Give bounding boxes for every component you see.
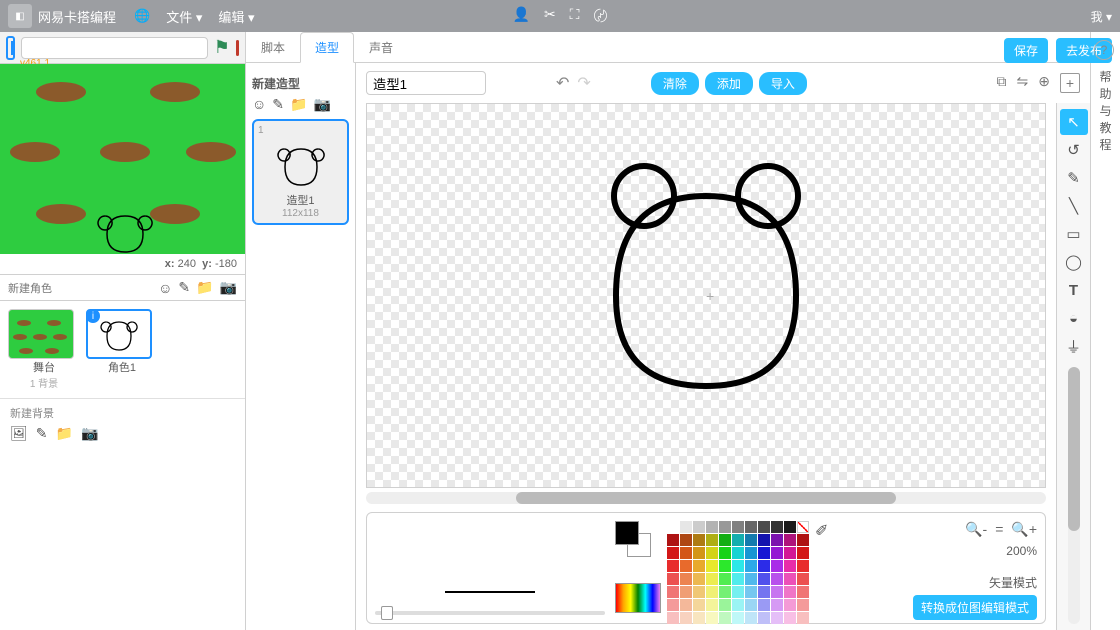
costume-drawing xyxy=(566,146,846,406)
editor-toolbar: ↶ ↷ 清除 添加 导入 ⧉ ⇋ ⊕ + xyxy=(356,63,1090,103)
menu-edit[interactable]: 编辑 ▾ xyxy=(218,7,254,26)
flip-h-icon[interactable]: ⇋ xyxy=(1017,73,1029,93)
stop-icon[interactable] xyxy=(236,40,239,56)
zoom-reset-icon[interactable]: = xyxy=(995,521,1003,538)
tab-scripts[interactable]: 脚本 xyxy=(246,32,300,62)
editor-tabs: 脚本 造型 声音 xyxy=(246,32,1090,63)
project-title-input[interactable] xyxy=(21,37,208,59)
sprite-item[interactable]: i 角色1 xyxy=(86,309,158,390)
text-tool-icon[interactable]: T xyxy=(1060,277,1088,303)
info-badge-icon[interactable]: i xyxy=(86,309,100,323)
eyedropper-icon[interactable]: ✐ xyxy=(815,521,828,541)
help-sidebar[interactable]: ? 帮 助 与 教 程 xyxy=(1090,32,1120,630)
sprite-list: 舞台 1 背景 i 角色1 xyxy=(0,301,245,398)
mode-label: 矢量模式 xyxy=(897,574,1037,591)
add-button[interactable]: 添加 xyxy=(705,72,753,95)
center-cross-icon: + xyxy=(706,288,714,304)
camera-backdrop-icon[interactable]: 📷 xyxy=(81,425,98,442)
crop-icon[interactable]: ⧉ xyxy=(997,73,1007,93)
costume-thumbnail[interactable]: 1 造型1 112x118 xyxy=(252,119,349,225)
app-logo-icon: ◧ xyxy=(8,4,32,28)
stamp-tool-icon[interactable]: ⏚ xyxy=(1060,333,1088,359)
rect-tool-icon[interactable]: ▭ xyxy=(1060,221,1088,247)
account-menu[interactable]: 我 ▾ xyxy=(1091,8,1112,25)
upload-costume-icon[interactable]: 📁 xyxy=(290,96,307,113)
stroke-preview xyxy=(445,591,535,593)
green-flag-icon[interactable]: ⚑ xyxy=(214,37,230,58)
globe-icon[interactable]: 🌐 xyxy=(134,8,150,24)
color-palette[interactable] xyxy=(667,521,809,615)
paint-costume-icon[interactable]: ✎ xyxy=(272,96,284,113)
camera-costume-icon[interactable]: 📷 xyxy=(313,96,330,113)
paint-backdrop-icon[interactable]: ✎ xyxy=(36,425,48,442)
canvas-h-scrollbar[interactable] xyxy=(366,492,1046,504)
center-icon[interactable]: ⊕ xyxy=(1038,73,1050,93)
costume-sidebar: 新建造型 ☺ ✎ 📁 📷 1 造型1 112x118 xyxy=(246,63,356,630)
app-brand: 网易卡搭编程 xyxy=(38,7,116,26)
clear-button[interactable]: 清除 xyxy=(651,72,699,95)
import-button[interactable]: 导入 xyxy=(759,72,807,95)
stamp-icon[interactable]: 👤 xyxy=(513,6,530,26)
rainbow-picker[interactable] xyxy=(615,583,661,613)
help-icon[interactable]: ? xyxy=(1094,40,1114,60)
ellipse-tool-icon[interactable]: ◯ xyxy=(1060,249,1088,275)
cut-icon[interactable]: ✂ xyxy=(544,6,556,26)
left-column: ⚑ v461.1 x: 240 y: -180 新建角色 ☺ ✎ 📁 📷 xyxy=(0,32,245,630)
zoom-percent: 200% xyxy=(897,544,1037,558)
canvas-v-scrollbar[interactable] xyxy=(1068,367,1080,624)
stroke-width-slider[interactable] xyxy=(375,611,605,615)
new-sprite-label: 新建角色 xyxy=(8,280,152,296)
choose-costume-icon[interactable]: ☺ xyxy=(252,96,266,113)
choose-sprite-icon[interactable]: ☺ xyxy=(158,280,172,296)
save-button[interactable]: 保存 xyxy=(1004,38,1048,63)
sprite-toolbar: 新建角色 ☺ ✎ 📁 📷 xyxy=(0,274,245,301)
new-costume-title: 新建造型 xyxy=(252,75,349,92)
fullscreen-stage-icon[interactable] xyxy=(6,36,15,60)
upload-sprite-icon[interactable]: 📁 xyxy=(196,279,213,296)
top-menu-bar: ◧ 网易卡搭编程 🌐 文件 ▾ 编辑 ▾ 👤 ✂ ⛶ 〄 我 ▾ xyxy=(0,0,1120,32)
undo-icon[interactable]: ↶ xyxy=(556,73,569,93)
paint-canvas[interactable]: + xyxy=(366,103,1046,488)
paint-tools: ↖ ↺ ✎ ╲ ▭ ◯ T ◒ ⏚ xyxy=(1056,103,1090,630)
pencil-tool-icon[interactable]: ✎ xyxy=(1060,165,1088,191)
shrink-icon[interactable]: 〄 xyxy=(593,6,607,26)
plus-icon[interactable]: + xyxy=(1060,73,1080,93)
redo-icon[interactable]: ↷ xyxy=(577,73,590,93)
sprite-on-stage xyxy=(95,204,155,258)
center-tool-icons: 👤 ✂ ⛶ 〄 xyxy=(513,6,608,26)
tab-sounds[interactable]: 声音 xyxy=(354,32,408,62)
current-color-swatch[interactable] xyxy=(615,521,651,557)
paint-sprite-icon[interactable]: ✎ xyxy=(178,279,190,296)
switch-mode-button[interactable]: 转换成位图编辑模式 xyxy=(913,595,1037,620)
expand-icon[interactable]: ⛶ xyxy=(570,6,580,26)
costume-name-input[interactable] xyxy=(366,71,486,95)
line-tool-icon[interactable]: ╲ xyxy=(1060,193,1088,219)
reshape-tool-icon[interactable]: ↺ xyxy=(1060,137,1088,163)
color-panel: ✐ 🔍- = 🔍+ 200% xyxy=(366,512,1046,624)
center-area: 脚本 造型 声音 新建造型 ☺ ✎ 📁 📷 1 造型1 xyxy=(245,32,1090,630)
stage-preview[interactable] xyxy=(0,64,245,254)
camera-sprite-icon[interactable]: 📷 xyxy=(220,279,237,296)
paint-editor: ↶ ↷ 清除 添加 导入 ⧉ ⇋ ⊕ + xyxy=(356,63,1090,630)
stage-item[interactable]: 舞台 1 背景 xyxy=(8,309,80,390)
zoom-out-icon[interactable]: 🔍- xyxy=(965,521,987,538)
select-tool-icon[interactable]: ↖ xyxy=(1060,109,1088,135)
new-backdrop-panel: 新建背景 🖼 ✎ 📁 📷 xyxy=(0,398,245,448)
upload-backdrop-icon[interactable]: 📁 xyxy=(56,425,73,442)
tab-costumes[interactable]: 造型 xyxy=(300,32,354,63)
choose-backdrop-icon[interactable]: 🖼 xyxy=(10,425,28,442)
menu-file[interactable]: 文件 ▾ xyxy=(166,7,202,26)
fill-tool-icon[interactable]: ◒ xyxy=(1060,305,1088,331)
zoom-in-icon[interactable]: 🔍+ xyxy=(1011,521,1037,538)
